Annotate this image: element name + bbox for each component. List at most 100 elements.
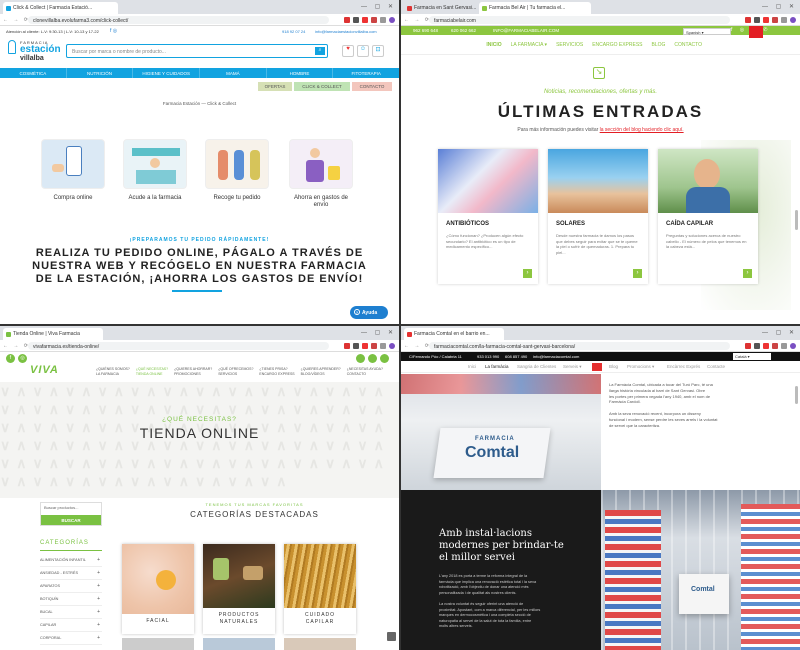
phone[interactable]: 918 92 07 24 bbox=[282, 29, 305, 34]
cart-icon[interactable] bbox=[380, 354, 389, 363]
nav-blog[interactable]: ¿QUIERES APRENDER? BLOG/VÍDEOS bbox=[301, 367, 341, 376]
nav-inicio[interactable]: INICIO bbox=[486, 42, 501, 52]
nav-cosmetica[interactable]: COSMÉTICA bbox=[0, 68, 67, 78]
instagram-icon[interactable]: ◎ bbox=[18, 354, 27, 363]
phone-1[interactable]: 933 013 990 bbox=[477, 354, 499, 359]
subnav-ofertas[interactable]: OFERTAS bbox=[258, 82, 292, 91]
nav-promocions[interactable]: Promocions ▾ bbox=[627, 364, 654, 370]
logo-badge[interactable] bbox=[592, 363, 602, 371]
nav-encargo[interactable]: ¿TIENES PRISA? ENCARGO EXPRESS bbox=[259, 367, 294, 376]
read-more-icon[interactable]: › bbox=[743, 269, 752, 278]
email[interactable]: info@farmaciacomtal.com bbox=[533, 354, 579, 359]
nav-arrows-icon[interactable]: ← → ⟳ bbox=[3, 343, 30, 349]
nav-contacto[interactable]: ¿NECESITAS AYUDA? CONTACTO bbox=[347, 367, 383, 376]
window-controls[interactable]: — ▢ ✕ bbox=[762, 3, 797, 10]
nav-encargo[interactable]: ENCARGO EXPRESS bbox=[592, 42, 642, 52]
nav-servicios[interactable]: SERVICIOS bbox=[556, 42, 583, 52]
featured-card-next[interactable] bbox=[284, 638, 356, 650]
nav-encarrec[interactable]: Encàrrec Exprés bbox=[667, 364, 700, 369]
nav-promociones[interactable]: ¿QUIERES AHORRAR? PROMOCIONES bbox=[174, 367, 212, 376]
email[interactable]: info@farmaciaestacionvillalba.com bbox=[315, 29, 377, 34]
extensions[interactable] bbox=[344, 17, 395, 23]
tab-active[interactable]: Click & Collect | Farmacia Estació... bbox=[3, 2, 118, 14]
category-item[interactable]: CORPORAL + bbox=[40, 632, 102, 645]
nav-blog[interactable]: Blog bbox=[609, 364, 618, 369]
url-field[interactable]: farmaciabelair.com bbox=[429, 16, 730, 24]
nav-inici[interactable]: Inici bbox=[468, 364, 476, 369]
blog-link[interactable]: la sección del blog haciendo clic aquí. bbox=[600, 127, 684, 133]
nav-serveis[interactable]: Serveis ▾ bbox=[563, 364, 582, 370]
nav-arrows-icon[interactable]: ← → ⟳ bbox=[404, 17, 431, 23]
read-more-icon[interactable]: › bbox=[523, 269, 532, 278]
subnav-click-collect[interactable]: CLICK & COLLECT bbox=[294, 82, 350, 91]
category-item[interactable]: ANSIEDAD - ESTRÉS + bbox=[40, 567, 102, 580]
read-more-icon[interactable]: › bbox=[633, 269, 642, 278]
breadcrumb[interactable]: Farmacia Estación — Click & Collect bbox=[0, 101, 399, 106]
help-button[interactable]: ? Ayuda bbox=[350, 306, 388, 319]
nav-sangria[interactable]: Sangria de Clientes bbox=[517, 364, 556, 369]
phone-2[interactable]: 608 857 490 bbox=[505, 354, 527, 359]
category-item[interactable]: BOTIQUÍN + bbox=[40, 593, 102, 606]
window-controls[interactable]: — ▢ ✕ bbox=[762, 329, 797, 336]
nav-higiene[interactable]: HIGIENE Y CUIDADOS bbox=[133, 68, 201, 78]
email[interactable]: INFO@FARMACIABELAIR.COM bbox=[493, 28, 559, 33]
category-item[interactable]: ALIMENTACIÓN INFANTIL + bbox=[40, 554, 102, 567]
nav-contacte[interactable]: Contacte bbox=[707, 364, 725, 369]
phone-2[interactable]: 620 062 662 bbox=[451, 28, 476, 33]
nav-servicios[interactable]: ¿QUÉ OFRECEMOS? SERVICIOS bbox=[218, 367, 253, 376]
site-logo[interactable]: FARMACIA estación villalba bbox=[8, 38, 61, 66]
nav-la-farmacia[interactable]: ¿QUIÉNES SOMOS? LA FARMACIA bbox=[96, 367, 130, 376]
post-title[interactable]: SOLARES bbox=[556, 221, 585, 227]
nav-hombre[interactable]: HOMBRE bbox=[267, 68, 334, 78]
extensions[interactable] bbox=[344, 343, 395, 349]
url-field[interactable]: farmaciacomtal.com/la-farmacia-comtal-sa… bbox=[429, 342, 730, 350]
social-icons[interactable]: f ◎ bbox=[110, 28, 117, 34]
nav-nutricion[interactable]: NUTRICIÓN bbox=[67, 68, 134, 78]
post-title[interactable]: CAÍDA CAPILAR bbox=[666, 221, 713, 227]
wishlist-icon[interactable]: ♥ bbox=[342, 45, 354, 57]
search-icon[interactable]: ⌕ bbox=[315, 47, 325, 55]
logo-badge[interactable] bbox=[749, 26, 763, 38]
category-item[interactable]: BUCAL + bbox=[40, 606, 102, 619]
featured-card-next[interactable] bbox=[203, 638, 275, 650]
featured-card-facial[interactable]: FACIAL bbox=[122, 544, 194, 634]
category-item[interactable]: APARATOS + bbox=[40, 580, 102, 593]
phone-1[interactable]: 962 690 648 bbox=[413, 28, 438, 33]
window-controls[interactable]: — ▢ ✕ bbox=[361, 329, 396, 336]
nav-fitoterapia[interactable]: FITOTERAPIA bbox=[333, 68, 399, 78]
site-logo[interactable]: VIVA bbox=[30, 364, 59, 376]
nav-arrows-icon[interactable]: ← → ⟳ bbox=[3, 17, 30, 23]
nav-tienda-online[interactable]: ¿QUÉ NECESITAS? TIENDA ONLINE bbox=[136, 367, 168, 376]
url-field[interactable]: clonevillalba.evolufarma3.com/click-coll… bbox=[28, 16, 329, 24]
tab-active[interactable]: Farmacia Bel Air | Tu farmacia el... bbox=[479, 2, 591, 14]
search-input[interactable]: Buscar productos... bbox=[44, 505, 78, 510]
cart-icon[interactable]: ⊡ bbox=[372, 45, 384, 57]
tab-active[interactable]: Farmacia Comtal en el barrio en... bbox=[404, 328, 504, 340]
scrollbar[interactable] bbox=[795, 210, 798, 230]
search-button[interactable]: BUSCAR bbox=[41, 515, 101, 525]
tab-active[interactable]: Tienda Online | Viva Farmacia bbox=[3, 328, 103, 340]
post-card-antibioticos[interactable]: ANTIBIÓTICOS ¿Cómo funcionan? ¿Producen … bbox=[438, 149, 538, 284]
language-select[interactable]: Spanish ▾ bbox=[683, 28, 731, 35]
nav-arrows-icon[interactable]: ← → ⟳ bbox=[404, 343, 431, 349]
tab-inactive[interactable]: Farmacia en Sant Gervasi... bbox=[404, 2, 476, 14]
nav-contacto[interactable]: CONTACTO bbox=[674, 42, 702, 52]
account-icon[interactable]: ☺ bbox=[357, 45, 369, 57]
nav-la-farmacia[interactable]: La farmàcia bbox=[485, 364, 509, 369]
featured-card-next[interactable] bbox=[122, 638, 194, 650]
language-select[interactable]: Català ▾ bbox=[733, 353, 771, 360]
post-title[interactable]: ANTIBIÓTICOS bbox=[446, 221, 489, 227]
scrollbar[interactable] bbox=[795, 386, 798, 404]
facebook-icon[interactable]: f bbox=[6, 354, 15, 363]
subnav-contacto[interactable]: CONTACTO bbox=[352, 82, 392, 91]
scroll-top-button[interactable] bbox=[387, 632, 396, 641]
post-card-caida-capilar[interactable]: CAÍDA CAPILAR Preguntas y soluciones ace… bbox=[658, 149, 758, 284]
category-item[interactable]: CAPILAR + bbox=[40, 619, 102, 632]
nav-la-farmacia[interactable]: LA FARMACIA ▾ bbox=[511, 42, 547, 52]
featured-card-naturales[interactable]: PRODUCTOS NATURALES bbox=[203, 544, 275, 634]
extensions[interactable] bbox=[745, 343, 796, 349]
post-card-solares[interactable]: SOLARES Desde nuestra farmacia te damos … bbox=[548, 149, 648, 284]
nav-mama[interactable]: MAMÁ bbox=[200, 68, 267, 78]
address[interactable]: C/Fernando Póo / Calabria 11 bbox=[409, 354, 462, 359]
location-icon[interactable] bbox=[356, 354, 365, 363]
